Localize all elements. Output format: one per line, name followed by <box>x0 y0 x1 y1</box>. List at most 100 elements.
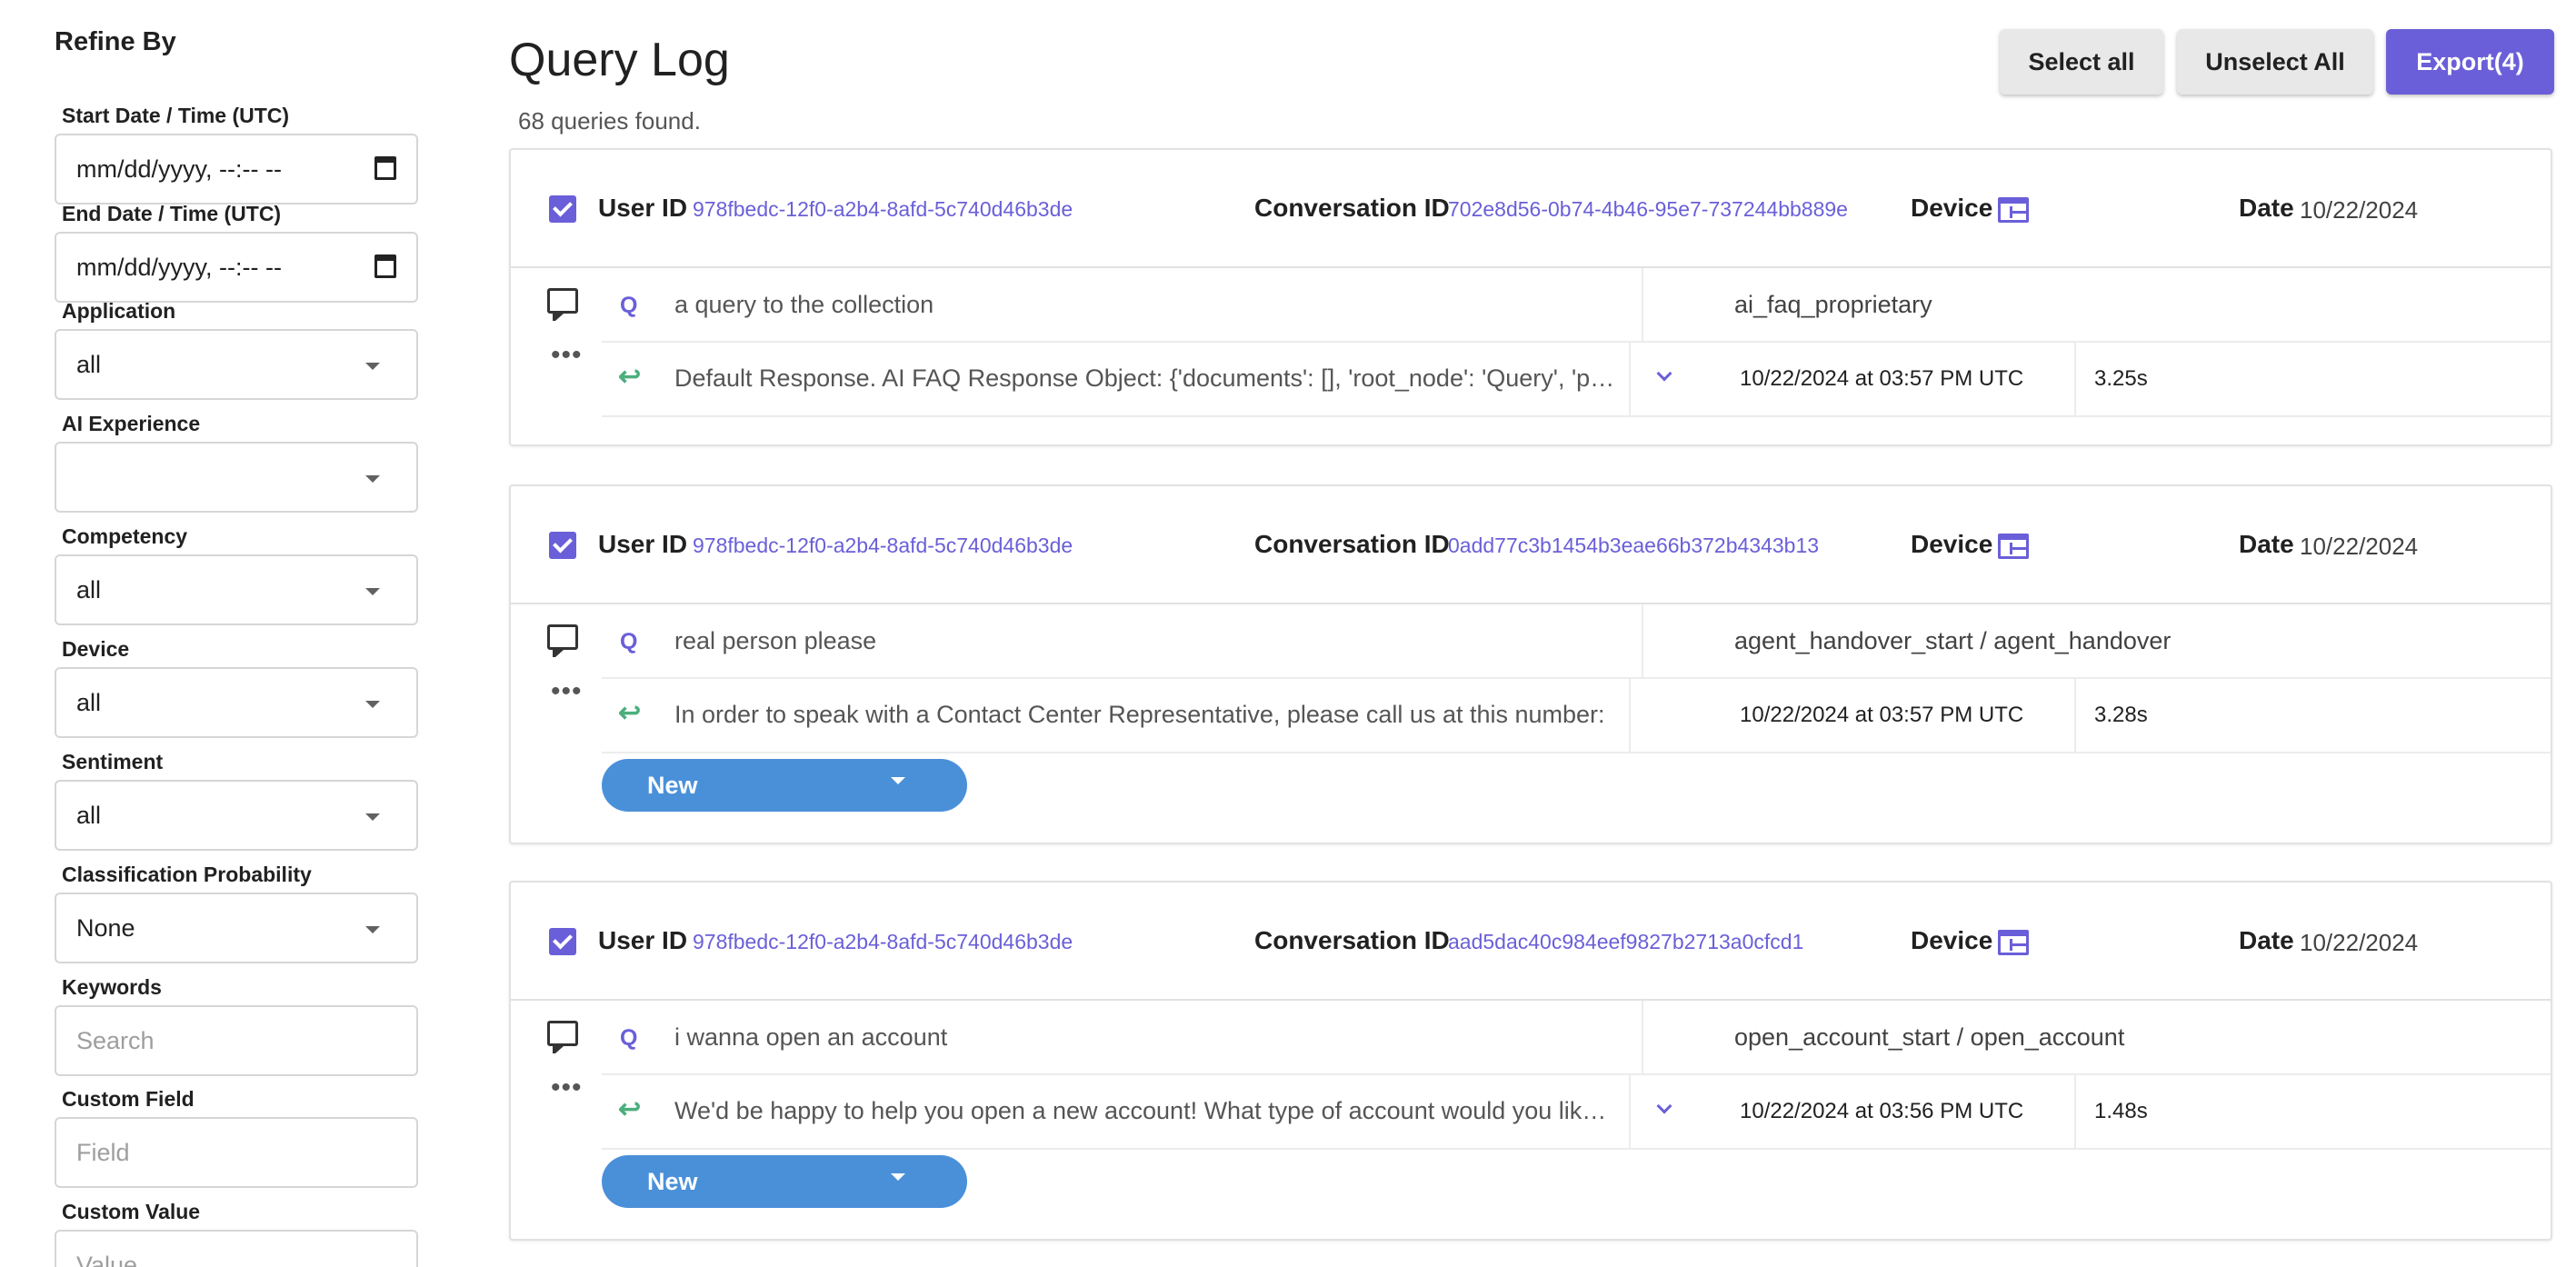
user-id-link[interactable]: 978fbedc-12f0-a2b4-8afd-5c740d46b3de <box>693 930 1073 954</box>
chat-icon[interactable] <box>547 288 578 321</box>
filter-sidebar: Refine By Start Date / Time (UTC) mm/dd/… <box>55 0 418 1267</box>
browser-icon <box>1998 930 2029 955</box>
device-label: Device <box>1911 926 1993 954</box>
conversation-id-label: Conversation ID <box>1254 926 1450 954</box>
query-card-header: User ID 978fbedc-12f0-a2b4-8afd-5c740d46… <box>511 486 2551 604</box>
conversation-id-link[interactable]: aad5dac40c984eef9827b2713a0cfcd1 <box>1448 930 1803 954</box>
divider <box>1629 343 1631 415</box>
ai-experience-label: AI Experience <box>62 412 201 435</box>
divider <box>1629 1075 1631 1148</box>
device-select[interactable]: all <box>55 667 418 738</box>
unselect-all-button[interactable]: Unselect All <box>2177 29 2373 95</box>
browser-icon <box>1998 534 2029 559</box>
more-options-icon[interactable]: ••• <box>551 1074 583 1102</box>
question-text: real person please <box>674 627 877 654</box>
sentiment-label: Sentiment <box>62 750 164 773</box>
start-date-value: mm/dd/yyyy, --:-- -- <box>76 155 282 183</box>
competency-label: Competency <box>62 524 188 548</box>
custom-field-placeholder: Field <box>76 1139 130 1166</box>
export-button[interactable]: Export(4) <box>2386 29 2554 95</box>
status-dropdown[interactable]: New <box>602 759 967 812</box>
answer-text: In order to speak with a Contact Center … <box>674 701 1605 728</box>
competency-select[interactable]: all <box>55 554 418 625</box>
date-value: 10/22/2024 <box>2300 533 2419 560</box>
more-options-icon[interactable]: ••• <box>551 678 583 705</box>
timestamp: 10/22/2024 at 03:56 PM UTC <box>1740 1099 2024 1123</box>
end-date-value: mm/dd/yyyy, --:-- -- <box>76 254 282 281</box>
conversation-id-link[interactable]: 0add77c3b1454b3eae66b372b4343b13 <box>1448 534 1819 558</box>
ai-experience-select[interactable] <box>55 442 418 513</box>
divider <box>602 341 2551 343</box>
conversation-id-label: Conversation ID <box>1254 530 1450 558</box>
intent-text: ai_faq_proprietary <box>1734 291 1932 318</box>
dropdown-arrow-icon <box>891 1173 905 1181</box>
query-card-header: User ID 978fbedc-12f0-a2b4-8afd-5c740d46… <box>511 150 2551 268</box>
start-date-input[interactable]: mm/dd/yyyy, --:-- -- <box>55 134 418 205</box>
chat-icon[interactable] <box>547 1021 578 1053</box>
reply-icon: ↩ <box>618 362 642 392</box>
dropdown-arrow-icon <box>365 701 380 708</box>
divider <box>602 752 2551 753</box>
chevron-down-icon[interactable] <box>1656 1098 1672 1114</box>
user-id-label: User ID <box>598 530 688 558</box>
chat-icon[interactable] <box>547 624 578 657</box>
device-label: Device <box>62 637 130 661</box>
conversation-id-link[interactable]: 702e8d56-0b74-4b46-95e7-737244bb889e <box>1448 197 1848 222</box>
device-value: all <box>76 689 102 716</box>
custom-field-input[interactable]: Field <box>55 1117 418 1188</box>
question-marker: Q <box>620 629 638 654</box>
user-id-link[interactable]: 978fbedc-12f0-a2b4-8afd-5c740d46b3de <box>693 534 1073 558</box>
divider <box>1642 268 1643 341</box>
date-label: Date <box>2239 926 2294 954</box>
intent-text: open_account_start / open_account <box>1734 1023 2125 1051</box>
query-card: User ID 978fbedc-12f0-a2b4-8afd-5c740d46… <box>509 484 2552 844</box>
user-id-label: User ID <box>598 194 688 222</box>
divider <box>602 677 2551 679</box>
reply-icon: ↩ <box>618 1094 642 1124</box>
custom-value-input[interactable]: Value <box>55 1230 418 1267</box>
more-options-icon[interactable]: ••• <box>551 342 583 369</box>
divider <box>2074 343 2076 415</box>
dropdown-arrow-icon <box>365 475 380 483</box>
page-title: Query Log <box>509 34 730 86</box>
sentiment-value: all <box>76 802 102 829</box>
select-checkbox[interactable] <box>549 195 576 223</box>
calendar-icon[interactable] <box>374 156 396 180</box>
select-all-button[interactable]: Select all <box>2000 29 2163 95</box>
response-duration: 3.25s <box>2094 366 2148 391</box>
date-label: Date <box>2239 530 2294 558</box>
dropdown-arrow-icon <box>365 588 380 595</box>
conversation-id-label: Conversation ID <box>1254 194 1450 222</box>
dropdown-arrow-icon <box>365 926 380 933</box>
user-id-link[interactable]: 978fbedc-12f0-a2b4-8afd-5c740d46b3de <box>693 197 1073 222</box>
reply-icon: ↩ <box>618 698 642 728</box>
sentiment-select[interactable]: all <box>55 780 418 851</box>
dropdown-arrow-icon <box>891 777 905 784</box>
classification-probability-select[interactable]: None <box>55 893 418 963</box>
status-label: New <box>647 772 698 799</box>
start-date-label: Start Date / Time (UTC) <box>62 104 290 127</box>
answer-text: Default Response. AI FAQ Response Object… <box>674 364 1620 392</box>
divider <box>1642 604 1643 677</box>
select-checkbox[interactable] <box>549 928 576 955</box>
chevron-down-icon[interactable] <box>1656 365 1672 382</box>
status-dropdown[interactable]: New <box>602 1155 967 1208</box>
dropdown-arrow-icon <box>365 813 380 821</box>
question-text: i wanna open an account <box>674 1023 948 1051</box>
divider <box>2074 1075 2076 1148</box>
query-card-header: User ID 978fbedc-12f0-a2b4-8afd-5c740d46… <box>511 883 2551 1001</box>
divider <box>1629 679 1631 752</box>
query-count: 68 queries found. <box>518 107 701 135</box>
question-marker: Q <box>620 1025 638 1051</box>
custom-value-placeholder: Value <box>76 1252 138 1267</box>
timestamp: 10/22/2024 at 03:57 PM UTC <box>1740 703 2024 727</box>
keywords-input[interactable]: Search <box>55 1005 418 1076</box>
end-date-input[interactable]: mm/dd/yyyy, --:-- -- <box>55 232 418 303</box>
dropdown-arrow-icon <box>365 363 380 370</box>
divider <box>2074 679 2076 752</box>
competency-value: all <box>76 576 102 604</box>
select-checkbox[interactable] <box>549 532 576 559</box>
calendar-icon[interactable] <box>374 254 396 278</box>
application-select[interactable]: all <box>55 329 418 400</box>
divider <box>602 1148 2551 1150</box>
